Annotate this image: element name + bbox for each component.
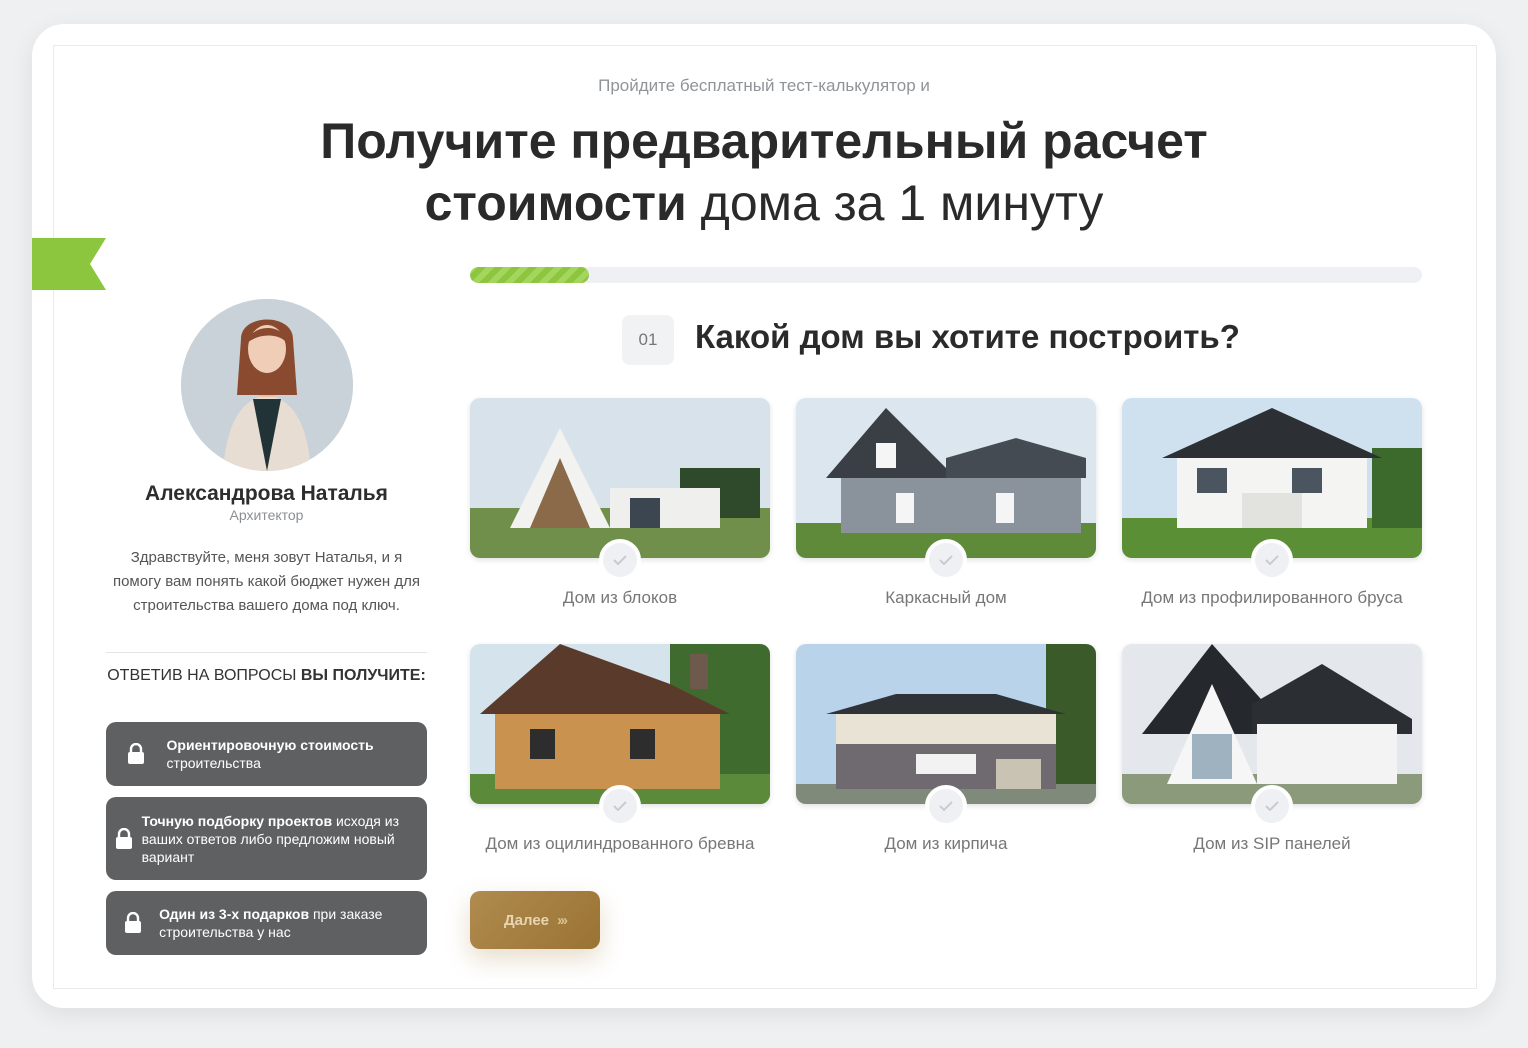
next-button-label: Далее [503,911,550,929]
bonus-heading: Ответив на вопросы вы получите: [106,665,427,686]
bonus-item: Один из 3-х подарков при заказе строител… [106,891,427,955]
option-card-profiled-timber[interactable] [1122,398,1422,558]
bonus-item: Ориентировочную стоимость строительства [106,722,427,786]
bonus-item: Точную подборку проектов исходя из ваших… [106,797,427,880]
progress-bar-fill [470,267,589,283]
option-label[interactable]: Каркасный дом [796,587,1096,608]
lock-icon [106,891,159,955]
bonus-item-bold: Один из 3-х подарков [159,906,310,922]
divider [106,652,427,653]
next-button[interactable]: Далее ››› [470,891,600,949]
house-photo [1122,644,1422,804]
checkmark-icon [599,785,641,827]
option-card-sip[interactable] [1122,644,1422,804]
arrow-right-icon: ››› [557,911,568,929]
checkmark-icon [1251,539,1293,581]
bonus-item-bold: Ориентировочную стоимость [166,737,374,753]
house-photo [470,644,770,804]
consultant-name: Александрова Наталья [145,482,388,505]
bonus-heading-bold: вы получите: [300,667,426,684]
option-card-frame[interactable] [796,398,1096,558]
lock-icon [106,797,142,880]
checkmark-icon [1251,785,1293,827]
consultant-intro: Здравствуйте, меня зовут Наталья, и я по… [112,549,421,614]
title-bold-word: стоимости [424,175,687,231]
option-label[interactable]: Дом из оцилиндрованного бревна [470,833,770,854]
house-photo [796,398,1096,558]
option-label[interactable]: Дом из кирпича [796,833,1096,854]
consultant-photo [181,299,353,471]
house-photo [470,398,770,558]
option-card-blocks[interactable] [470,398,770,558]
option-label[interactable]: Дом из SIP панелей [1122,833,1422,854]
option-label[interactable]: Дом из блоков [470,587,770,608]
step-question: Какой дом вы хотите построить? [695,318,1240,355]
progress-bar [470,267,1422,283]
step-number: 01 [622,315,674,365]
option-card-brick[interactable] [796,644,1096,804]
bonus-item-text: строительства [166,755,261,771]
option-label[interactable]: Дом из профилированного бруса [1122,587,1422,608]
title-light-part: дома за 1 минуту [700,175,1104,231]
quiz-subtitle: Пройдите бесплатный тест-калькулятор и [598,76,930,95]
lock-icon [106,722,167,786]
house-photo [1122,398,1422,558]
bonus-item-bold: Точную подборку проектов [141,812,333,829]
checkmark-icon [925,785,967,827]
checkmark-icon [599,539,641,581]
ribbon-flag-icon [32,238,106,290]
consultant-role: Архитектор [229,507,304,523]
quiz-title: Получите предварительный расчет стоимост… [0,110,1528,234]
house-photo [796,644,1096,804]
checkmark-icon [925,539,967,581]
bonus-heading-normal: Ответив на вопросы [107,667,297,684]
title-line-1: Получите предварительный расчет [320,113,1208,169]
option-card-log[interactable] [470,644,770,804]
avatar [181,299,353,471]
